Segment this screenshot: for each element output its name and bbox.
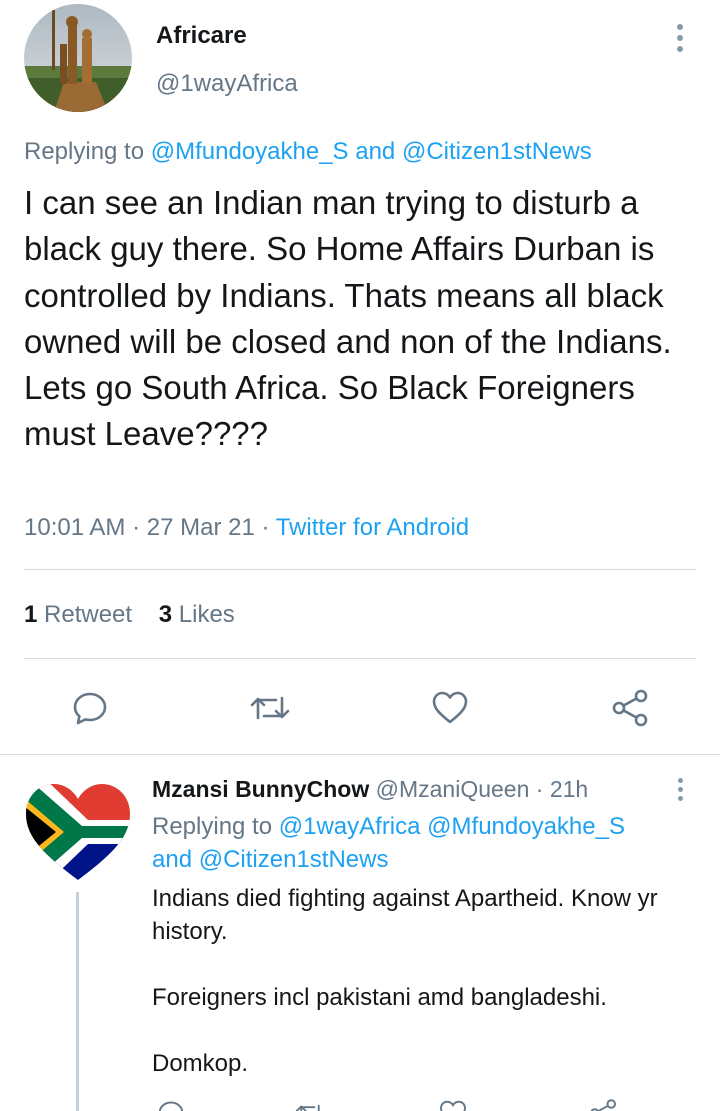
replying-joiner: and [152, 846, 199, 873]
mention-link[interactable]: @Mfundoyakhe_S [151, 138, 349, 165]
retweet-button[interactable] [248, 686, 292, 730]
replying-to-line: Replying to @Mfundoyakhe_S and @Citizen1… [24, 138, 592, 166]
tweet-actions [0, 686, 720, 730]
likes-label: Likes [178, 601, 235, 628]
retweet-icon[interactable] [294, 1098, 326, 1111]
reply-text: Indians died fighting against Apartheid.… [152, 882, 692, 1111]
section-divider [0, 754, 720, 755]
likes-stat[interactable]: 3 Likes [159, 601, 235, 628]
reply-button[interactable] [68, 686, 112, 730]
divider [24, 658, 696, 659]
author-avatar[interactable] [24, 4, 132, 112]
replying-to-label: Replying to [152, 813, 279, 840]
meta-separator: · [125, 514, 147, 541]
like-icon [432, 691, 468, 724]
share-icon[interactable] [588, 1098, 618, 1111]
mention-link[interactable]: @Citizen1stNews [402, 138, 592, 165]
reply-header: Mzansi BunnyChow @MzaniQueen · 21h [152, 776, 588, 803]
reply-author-name[interactable]: Mzansi BunnyChow [152, 776, 369, 802]
like-icon[interactable] [438, 1098, 468, 1111]
reply-paragraph: Domkop. [152, 1050, 249, 1077]
tweet-text: I can see an Indian man trying to distur… [24, 184, 672, 453]
tweet-date: 27 Mar 21 [146, 514, 255, 541]
south-africa-heart-flag-icon [26, 784, 130, 880]
statue-avatar-image [24, 4, 132, 112]
reply-icon[interactable] [156, 1098, 186, 1111]
mention-link[interactable]: @Citizen1stNews [199, 846, 389, 873]
thread-line [76, 892, 79, 1111]
retweet-count: 1 [24, 601, 38, 628]
mention-link[interactable]: @Mfundoyakhe_S [427, 813, 625, 840]
tweet-meta: 10:01 AM · 27 Mar 21 · Twitter for Andro… [24, 514, 469, 542]
reply-time: 21h [549, 776, 589, 802]
main-tweet: Africare @1wayAfrica Replying to @Mfundo… [0, 0, 720, 755]
share-button[interactable] [608, 686, 652, 730]
reply-author-handle[interactable]: @MzaniQueen [376, 776, 530, 802]
replying-to-line: Replying to @1wayAfrica @Mfundoyakhe_San… [152, 810, 692, 876]
divider [24, 569, 696, 570]
retweet-stat[interactable]: 1 Retweet [24, 601, 132, 628]
reply-tweet: Mzansi BunnyChow @MzaniQueen · 21h Reply… [0, 756, 720, 1111]
tweet-stats: 1 Retweet 3 Likes [24, 601, 235, 629]
like-button[interactable] [428, 686, 472, 730]
reply-author-avatar[interactable] [24, 776, 132, 884]
reply-icon [73, 692, 107, 725]
reply-paragraph: Foreigners incl pakistani amd bangladesh… [152, 984, 607, 1011]
author-name[interactable]: Africare [156, 22, 247, 50]
tweet-time: 10:01 AM [24, 514, 126, 541]
author-handle[interactable]: @1wayAfrica [156, 70, 298, 98]
like-count: 3 [158, 601, 173, 628]
reply-paragraph: Indians died fighting against Apartheid.… [152, 885, 658, 945]
share-icon [612, 689, 648, 727]
retweet-label: Retweet [44, 601, 133, 628]
meta-separator: · [254, 514, 276, 541]
retweet-icon [250, 696, 290, 720]
mention-link[interactable]: @1wayAfrica [279, 813, 421, 840]
meta-separator: · [529, 776, 550, 802]
tweet-source-link[interactable]: Twitter for Android [276, 514, 469, 541]
replying-joiner: and [348, 138, 402, 165]
replying-to-label: Replying to [24, 138, 151, 165]
reply-actions [152, 1098, 692, 1111]
more-options-icon[interactable] [664, 20, 696, 56]
more-options-icon[interactable] [664, 774, 696, 804]
